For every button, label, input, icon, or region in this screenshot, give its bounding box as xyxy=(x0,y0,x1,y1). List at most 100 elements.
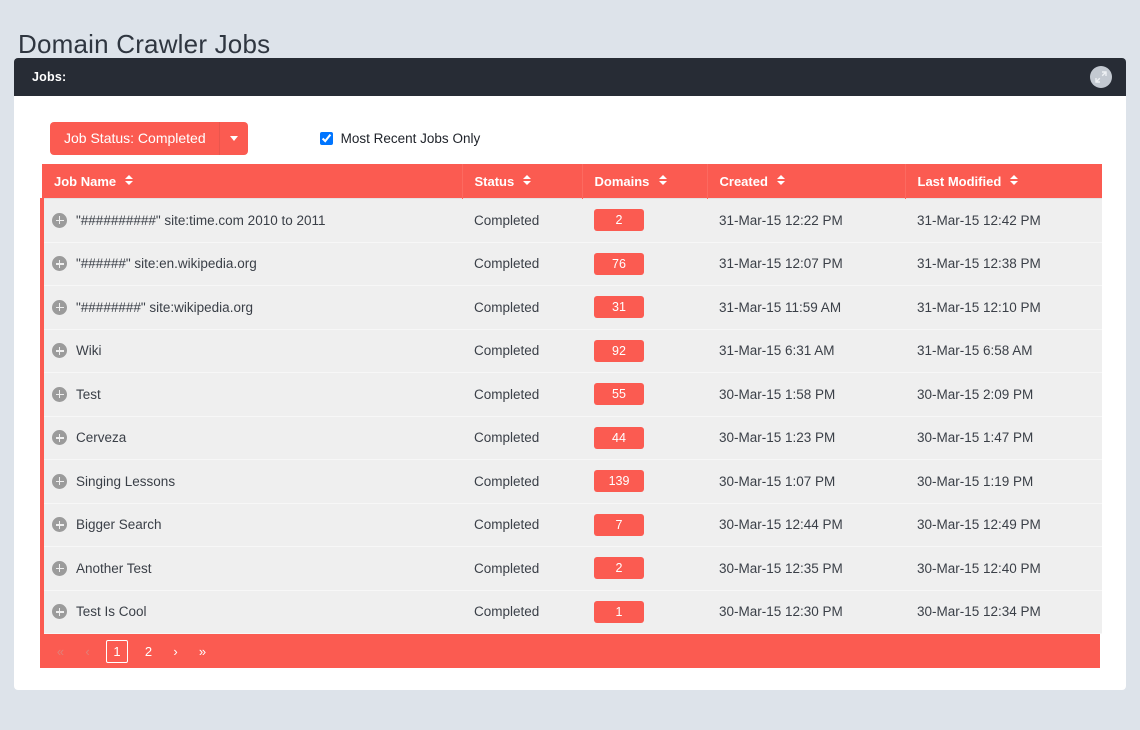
table-row[interactable]: Wiki Completed 92 31-Mar-15 6:31 AM 31-Mar-1… xyxy=(40,328,1102,373)
job-status-filter-label[interactable]: Job Status: Completed xyxy=(50,122,219,155)
column-header-job-name[interactable]: Job Name xyxy=(42,164,463,199)
column-header-last-modified[interactable]: Last Modified xyxy=(905,164,1102,199)
cell-status: Completed xyxy=(462,285,582,330)
cell-domains: 139 xyxy=(582,459,707,504)
table-row[interactable]: Test Completed 55 30-Mar-15 1:58 PM 30-Mar-1… xyxy=(40,372,1102,417)
chevron-down-icon[interactable] xyxy=(220,122,248,155)
cell-last-modified: 30-Mar-15 12:34 PM xyxy=(905,589,1102,634)
domains-badge: 76 xyxy=(594,252,644,275)
job-name-text: Cerveza xyxy=(76,430,127,446)
table-row[interactable]: "########" site:wikipedia.org Completed 31… xyxy=(40,285,1102,330)
table-row[interactable]: Test Is Cool Completed 1 30-Mar-15 12:30 PM… xyxy=(40,589,1102,634)
job-name-text: Another Test xyxy=(76,560,152,576)
table-row[interactable]: Cerveza Completed 44 30-Mar-15 1:23 PM 30-Ma… xyxy=(40,415,1102,460)
pagination-first[interactable]: « xyxy=(52,641,69,661)
cell-created: 31-Mar-15 12:07 PM xyxy=(707,241,905,286)
job-name-text: Wiki xyxy=(76,343,102,359)
table-header-row: Job Name Status Domains Created Last Mod… xyxy=(42,164,1102,199)
column-header-created[interactable]: Created xyxy=(707,164,906,199)
sort-arrows-icon[interactable] xyxy=(523,174,532,185)
cell-domains: 1 xyxy=(582,589,707,634)
pagination-prev[interactable]: ‹ xyxy=(79,641,96,661)
cell-domains: 44 xyxy=(582,415,707,460)
sort-arrows-icon[interactable] xyxy=(777,174,786,185)
cell-created: 30-Mar-15 12:30 PM xyxy=(707,589,905,634)
expand-row-icon[interactable] xyxy=(52,430,67,446)
column-header-domains[interactable]: Domains xyxy=(582,164,708,199)
pagination-last[interactable]: » xyxy=(194,641,211,661)
cell-last-modified: 30-Mar-15 12:40 PM xyxy=(905,546,1102,591)
resize-expand-icon[interactable] xyxy=(1090,66,1112,88)
pagination-next[interactable]: › xyxy=(167,641,184,661)
domains-badge: 55 xyxy=(594,383,644,406)
job-name-text: Singing Lessons xyxy=(76,473,176,489)
table-row[interactable]: "######" site:en.wikipedia.org Completed 7… xyxy=(40,241,1102,286)
toolbar: Job Status: Completed Most Recent Jobs O… xyxy=(40,114,1100,162)
jobs-panel: Jobs: Job Status: Completed Most Recent … xyxy=(14,58,1126,690)
cell-last-modified: 30-Mar-15 2:09 PM xyxy=(905,372,1102,417)
cell-last-modified: 31-Mar-15 12:10 PM xyxy=(905,285,1102,330)
page-title: Domain Crawler Jobs xyxy=(18,29,271,60)
expand-row-icon[interactable] xyxy=(52,473,67,489)
cell-domains: 31 xyxy=(582,285,707,330)
cell-domains: 92 xyxy=(582,328,707,373)
cell-last-modified: 30-Mar-15 1:19 PM xyxy=(905,459,1102,504)
cell-status: Completed xyxy=(462,198,582,243)
cell-last-modified: 30-Mar-15 1:47 PM xyxy=(905,415,1102,460)
cell-created: 30-Mar-15 1:07 PM xyxy=(707,459,905,504)
column-header-status[interactable]: Status xyxy=(462,164,583,199)
cell-job-name: Test xyxy=(40,372,462,417)
job-name-text: Test Is Cool xyxy=(76,604,147,620)
table-row[interactable]: Bigger Search Completed 7 30-Mar-15 12:44 P… xyxy=(40,502,1102,547)
expand-row-icon[interactable] xyxy=(52,299,67,315)
cell-status: Completed xyxy=(462,415,582,460)
sort-arrows-icon[interactable] xyxy=(1010,174,1019,185)
column-header-domains-label: Domains xyxy=(594,173,650,189)
sort-arrows-icon[interactable] xyxy=(658,174,667,185)
cell-created: 31-Mar-15 11:59 AM xyxy=(707,285,905,330)
expand-row-icon[interactable] xyxy=(52,560,67,576)
cell-created: 31-Mar-15 6:31 AM xyxy=(707,328,905,373)
cell-created: 30-Mar-15 12:35 PM xyxy=(707,546,905,591)
cell-domains: 76 xyxy=(582,241,707,286)
expand-row-icon[interactable] xyxy=(52,256,67,272)
table-row[interactable]: "##########" site:time.com 2010 to 2011 C… xyxy=(40,198,1102,243)
cell-status: Completed xyxy=(462,546,582,591)
expand-row-icon[interactable] xyxy=(52,212,67,228)
table-row[interactable]: Another Test Completed 2 30-Mar-15 12:35 PM… xyxy=(40,546,1102,591)
column-header-job-name-label: Job Name xyxy=(54,173,117,189)
cell-job-name: Wiki xyxy=(40,328,462,373)
cell-job-name: Bigger Search xyxy=(40,502,462,547)
cell-job-name: "######" site:en.wikipedia.org xyxy=(40,241,462,286)
expand-row-icon[interactable] xyxy=(52,386,67,402)
pagination-page-2[interactable]: 2 xyxy=(140,641,157,661)
domains-badge: 31 xyxy=(594,296,644,319)
most-recent-jobs-only-checkbox[interactable]: Most Recent Jobs Only xyxy=(319,131,480,146)
cell-status: Completed xyxy=(462,241,582,286)
cell-domains: 2 xyxy=(582,546,707,591)
expand-row-icon[interactable] xyxy=(52,604,67,620)
cell-status: Completed xyxy=(462,502,582,547)
job-name-text: "######" site:en.wikipedia.org xyxy=(76,256,257,272)
cell-status: Completed xyxy=(462,328,582,373)
expand-row-icon[interactable] xyxy=(52,517,67,533)
job-status-filter[interactable]: Job Status: Completed xyxy=(50,121,248,155)
domains-badge: 2 xyxy=(594,557,644,580)
pagination-page-1[interactable]: 1 xyxy=(106,639,128,663)
cell-domains: 7 xyxy=(582,502,707,547)
job-name-text: "##########" site:time.com 2010 to 2011 xyxy=(76,212,326,228)
jobs-table-body: "##########" site:time.com 2010 to 2011 C… xyxy=(40,198,1102,634)
most-recent-jobs-only-input[interactable] xyxy=(319,131,333,145)
cell-status: Completed xyxy=(462,589,582,634)
table-row[interactable]: Singing Lessons Completed 139 30-Mar-15 1:0… xyxy=(40,459,1102,504)
expand-row-icon[interactable] xyxy=(52,343,67,359)
cell-job-name: Test Is Cool xyxy=(40,589,462,634)
cell-created: 30-Mar-15 12:44 PM xyxy=(707,502,905,547)
column-header-status-label: Status xyxy=(474,173,515,189)
domains-badge: 139 xyxy=(594,470,644,493)
cell-created: 31-Mar-15 12:22 PM xyxy=(707,198,905,243)
pagination: « ‹ 1 2 › » xyxy=(40,634,1100,668)
panel-body: Job Status: Completed Most Recent Jobs O… xyxy=(14,96,1126,690)
sort-arrows-icon[interactable] xyxy=(125,174,134,185)
cell-last-modified: 31-Mar-15 6:58 AM xyxy=(905,328,1102,373)
